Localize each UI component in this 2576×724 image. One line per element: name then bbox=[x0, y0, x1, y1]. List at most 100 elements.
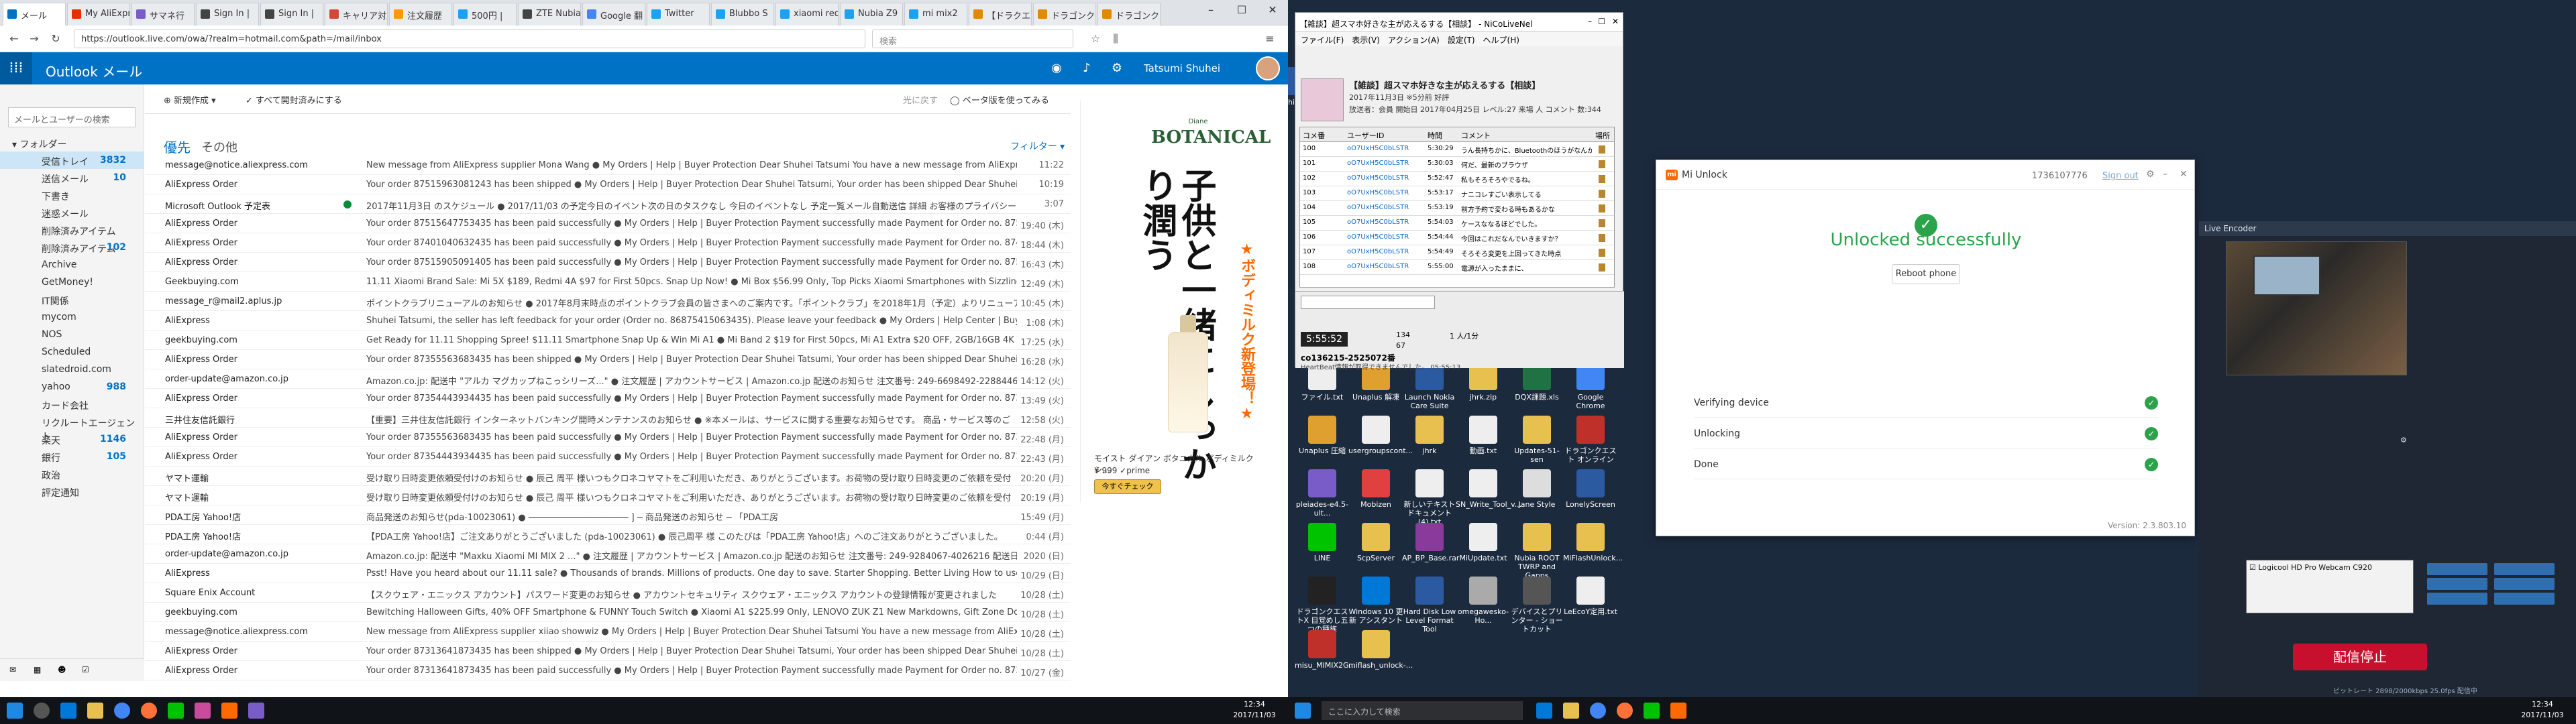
app-launcher-icon[interactable]: ⁞⁞⁞ bbox=[0, 52, 32, 84]
desktop-icon[interactable]: LonelyScreen bbox=[1563, 469, 1618, 509]
clock-time[interactable]: 12:34 bbox=[1228, 700, 1281, 709]
folder-item[interactable]: GetMoney! bbox=[0, 274, 144, 291]
browser-tab[interactable]: Google 翻 bbox=[582, 3, 645, 25]
folder-item[interactable]: カード会社 bbox=[0, 396, 144, 413]
comment-row[interactable]: 108 oO7UxH5C0bLSTR 5:55:00 電源が入ったままに、 bbox=[1300, 260, 1614, 275]
message-row[interactable]: message@notice.aliexpress.com New message… bbox=[145, 622, 1071, 642]
desktop-icon[interactable]: デバイスとプリンター - ショートカット bbox=[1509, 577, 1564, 634]
cortana-icon[interactable] bbox=[34, 703, 50, 719]
desktop-icon[interactable]: miflash_unlock-... bbox=[1348, 630, 1413, 670]
new-button[interactable]: ⊕ 新規作成 ▾ bbox=[164, 93, 216, 106]
comment-row[interactable]: 105 oO7UxH5C0bLSTR 5:54:03 ケースななるほどでした。 bbox=[1300, 216, 1614, 231]
minimize-icon[interactable]: – bbox=[2163, 169, 2167, 180]
desktop-icon[interactable]: pleiades-e4.5-ult... bbox=[1295, 469, 1350, 518]
minimize-icon[interactable]: – bbox=[1195, 0, 1226, 20]
message-row[interactable]: AliExpress Order Your order 8735444393443… bbox=[145, 447, 1071, 467]
user-name[interactable]: Tatsumi Shuhei bbox=[1144, 62, 1220, 74]
start-icon[interactable] bbox=[1295, 703, 1311, 719]
gear-icon[interactable]: ⚙ bbox=[2146, 169, 2155, 180]
source-button-4[interactable] bbox=[2494, 578, 2555, 590]
close-icon[interactable]: ✕ bbox=[1612, 17, 1619, 26]
comment-user-id[interactable]: oO7UxH5C0bLSTR bbox=[1347, 248, 1424, 255]
chat-menu-item[interactable]: ヘルプ(H) bbox=[1483, 36, 1519, 45]
desktop-icon[interactable]: ScpServer bbox=[1348, 523, 1403, 562]
folder-item[interactable]: 下書き bbox=[0, 186, 144, 204]
edge-icon[interactable] bbox=[60, 703, 76, 719]
message-row[interactable]: order-update@amazon.co.jp Amazon.co.jp: 配… bbox=[145, 369, 1071, 389]
people-icon[interactable]: ☻ bbox=[58, 665, 66, 674]
taskbar-search-input[interactable]: ここに入力して検索 bbox=[1322, 701, 1523, 720]
explorer-icon[interactable] bbox=[87, 703, 103, 719]
desktop-icon[interactable]: jhrk bbox=[1402, 416, 1457, 455]
bookmark-icon[interactable]: ☆ bbox=[1087, 31, 1104, 47]
tab-focused[interactable]: 優先 bbox=[164, 137, 191, 156]
close-icon[interactable]: ✕ bbox=[1257, 0, 1288, 20]
outlook-brand[interactable]: Outlook メール bbox=[46, 61, 142, 80]
folder-item[interactable]: 政治 bbox=[0, 465, 144, 483]
comment-user-id[interactable]: oO7UxH5C0bLSTR bbox=[1347, 145, 1424, 152]
comment-user-id[interactable]: oO7UxH5C0bLSTR bbox=[1347, 174, 1424, 182]
comment-row[interactable]: 104 oO7UxH5C0bLSTR 5:53:19 前方予約で変わる時もあるかな bbox=[1300, 201, 1614, 216]
desktop-icon[interactable]: Jane Style bbox=[1509, 469, 1564, 509]
desktop-icon[interactable]: Mobizen bbox=[1348, 469, 1403, 509]
folder-item[interactable]: リクルートエージェント bbox=[0, 413, 144, 442]
browser-tab[interactable]: Sign In | bbox=[260, 3, 323, 25]
message-row[interactable]: geekbuying.com Bewitching Halloween Gifts… bbox=[145, 603, 1071, 622]
browser-tab[interactable]: キャリア対応 bbox=[325, 3, 388, 25]
message-row[interactable]: AliExpress Order Your order 8731364187343… bbox=[145, 642, 1071, 661]
message-row[interactable]: Square Enix Account 【スクウェア・エニックス アカウント】パス… bbox=[145, 583, 1071, 603]
message-row[interactable]: message@notice.aliexpress.com New message… bbox=[145, 156, 1071, 175]
folder-item[interactable]: 楽天 1146 bbox=[0, 430, 144, 448]
avatar[interactable] bbox=[1256, 56, 1280, 80]
comment-input[interactable] bbox=[1301, 296, 1435, 309]
comment-user-id[interactable]: oO7UxH5C0bLSTR bbox=[1347, 263, 1424, 270]
comment-row[interactable]: 107 oO7UxH5C0bLSTR 5:54:49 そろそろ変更を上回ってきた時点 bbox=[1300, 245, 1614, 260]
mi-icon[interactable] bbox=[1670, 703, 1686, 719]
mark-all-read-button[interactable]: ✓ すべて開封済みにする bbox=[246, 93, 342, 106]
browser-tab[interactable]: サマネ行 bbox=[131, 3, 195, 25]
firefox-icon[interactable] bbox=[1617, 703, 1633, 719]
comment-user-id[interactable]: oO7UxH5C0bLSTR bbox=[1347, 219, 1424, 226]
start-icon[interactable] bbox=[7, 703, 23, 719]
filter-button[interactable]: フィルター ▾ bbox=[1010, 139, 1065, 153]
minimize-icon[interactable]: – bbox=[1588, 17, 1592, 26]
message-row[interactable]: ヤマト運輸 受け取り日時変更依頼受付けのお知らせ ● 辰己 周平 様いつもクロネコ… bbox=[145, 467, 1071, 486]
message-row[interactable]: Microsoft Outlook 予定表 2017年11月3日 のスケジュール … bbox=[145, 194, 1071, 214]
line-icon[interactable] bbox=[1644, 703, 1660, 719]
message-row[interactable]: 三井住友信託銀行 【重要】三井住友信託銀行 インターネットバンキング開時メンテナン… bbox=[145, 408, 1071, 428]
desktop-icon[interactable]: MiUpdate.txt bbox=[1456, 523, 1511, 562]
message-row[interactable]: AliExpress Order Your order 8751596308124… bbox=[145, 175, 1071, 194]
chrome-icon[interactable] bbox=[114, 703, 130, 719]
bell-icon[interactable]: ♪ bbox=[1077, 60, 1097, 76]
edge-icon[interactable] bbox=[1536, 703, 1552, 719]
app2-icon[interactable] bbox=[248, 703, 264, 719]
browser-tab[interactable]: My AliExpress bbox=[67, 3, 130, 25]
desktop-icon[interactable]: MiFlashUnlock... bbox=[1563, 523, 1623, 562]
browser-tab[interactable]: Twitter bbox=[647, 3, 710, 25]
message-row[interactable]: AliExpress Order Your order 8751564775343… bbox=[145, 214, 1071, 233]
browser-tab[interactable]: 500円 | bbox=[453, 3, 517, 25]
clock-date[interactable]: 2017/11/03 bbox=[1228, 711, 1281, 719]
app-icon[interactable] bbox=[195, 703, 211, 719]
stop-broadcast-button[interactable]: 配信停止 bbox=[2293, 644, 2427, 670]
comment-user-id[interactable]: oO7UxH5C0bLSTR bbox=[1347, 189, 1424, 196]
calendar-icon[interactable]: ▦ bbox=[34, 665, 41, 674]
ad-banner[interactable]: Diane BOTANICAL 子供と一緒にしっかり潤う ★ボディミルク新登場！… bbox=[1080, 101, 1281, 503]
desktop-icon[interactable]: 動画.txt bbox=[1456, 416, 1511, 455]
message-row[interactable]: AliExpress Order Your order 8735556368343… bbox=[145, 428, 1071, 447]
comment-row[interactable]: 106 oO7UxH5C0bLSTR 5:54:44 今回はこれだなんでいきますか？ bbox=[1300, 231, 1614, 245]
browser-tab[interactable]: Sign In | bbox=[196, 3, 259, 25]
source-button-3[interactable] bbox=[2427, 578, 2487, 590]
desktop-icon[interactable]: omegawesko-Ho... bbox=[1456, 577, 1511, 625]
browser-tab[interactable]: ドラゴンクエ bbox=[1033, 3, 1096, 25]
mail-search-input[interactable]: メールとユーザーの検索 bbox=[8, 107, 136, 127]
browser-tab[interactable]: Nubia Z9 bbox=[840, 3, 903, 25]
message-row[interactable]: message_r@mail2.aplus.jp ポイントクラブリニューアルのお知… bbox=[145, 292, 1071, 311]
chat-menu-item[interactable]: ファイル(F) bbox=[1301, 36, 1344, 45]
desktop-icon[interactable]: AP_BP_Base.rar bbox=[1402, 523, 1459, 562]
folder-item[interactable]: 評定通知 bbox=[0, 483, 144, 500]
folders-header[interactable]: ▾ フォルダー bbox=[0, 134, 144, 152]
chat-menu-item[interactable]: 設定(T) bbox=[1448, 36, 1475, 45]
message-row[interactable]: Geekbuying.com 11.11 Xiaomi Brand Sale: M… bbox=[145, 272, 1071, 292]
folder-item[interactable]: slatedroid.com bbox=[0, 361, 144, 378]
